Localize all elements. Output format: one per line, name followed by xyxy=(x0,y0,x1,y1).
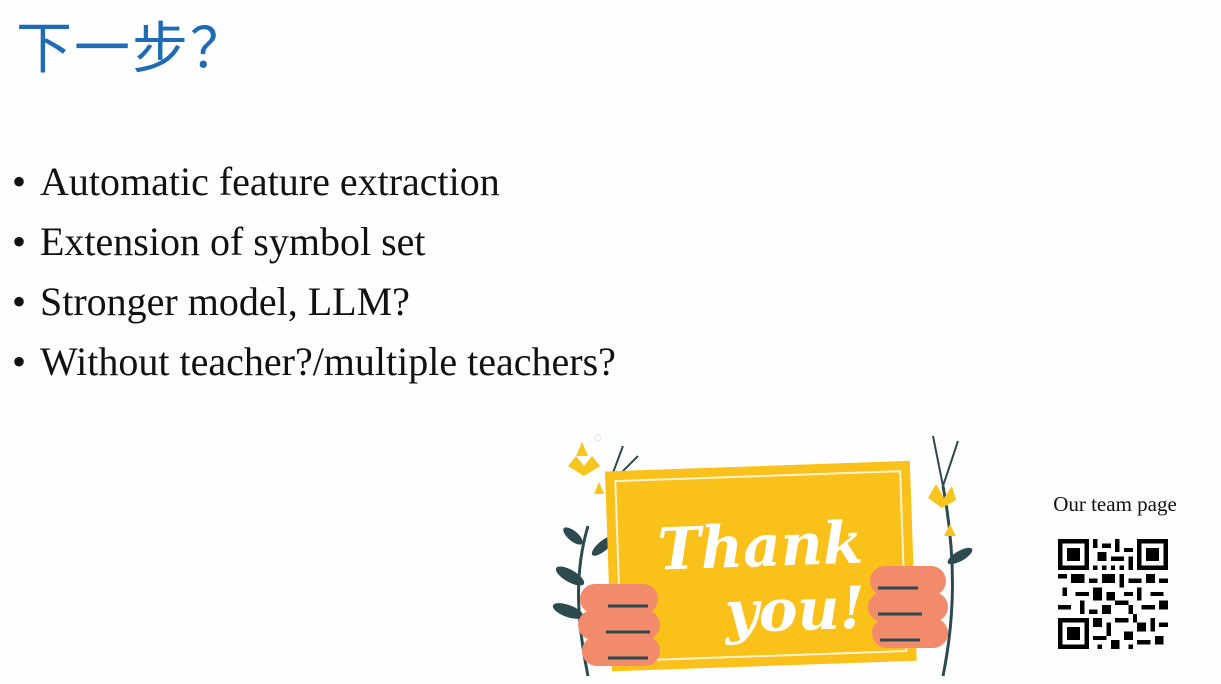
bullet-item: • Extension of symbol set xyxy=(12,212,616,272)
slide: 下一步？ • Automatic feature extraction • Exte… xyxy=(0,0,1221,684)
bullet-dot: • xyxy=(12,159,27,204)
bullet-dot: • xyxy=(12,339,27,384)
bullet-item: • Without teacher?/multiple teachers? xyxy=(12,332,616,392)
bullet-list: • Automatic feature extraction • Extension… xyxy=(12,152,616,392)
right-hand-icon xyxy=(868,566,948,648)
bullet-dot: • xyxy=(12,279,27,324)
qr-code-icon[interactable] xyxy=(1058,539,1168,649)
thank-text: Thank xyxy=(657,509,865,584)
bullet-text: Without teacher?/multiple teachers? xyxy=(40,339,616,384)
thank-you-illustration: Thank you! xyxy=(552,434,973,677)
left-hand-icon xyxy=(578,584,660,666)
bullet-item: • Stronger model, LLM? xyxy=(12,272,616,332)
you-text: you! xyxy=(722,573,866,646)
bullet-item: • Automatic feature extraction xyxy=(12,152,616,212)
bullet-text: Stronger model, LLM? xyxy=(40,279,410,324)
bullet-text: Automatic feature extraction xyxy=(40,159,500,204)
qr-label: Our team page xyxy=(1053,492,1177,516)
slide-title: 下一步？ xyxy=(16,17,248,82)
bullet-dot: • xyxy=(12,219,27,264)
bullet-text: Extension of symbol set xyxy=(40,219,426,264)
